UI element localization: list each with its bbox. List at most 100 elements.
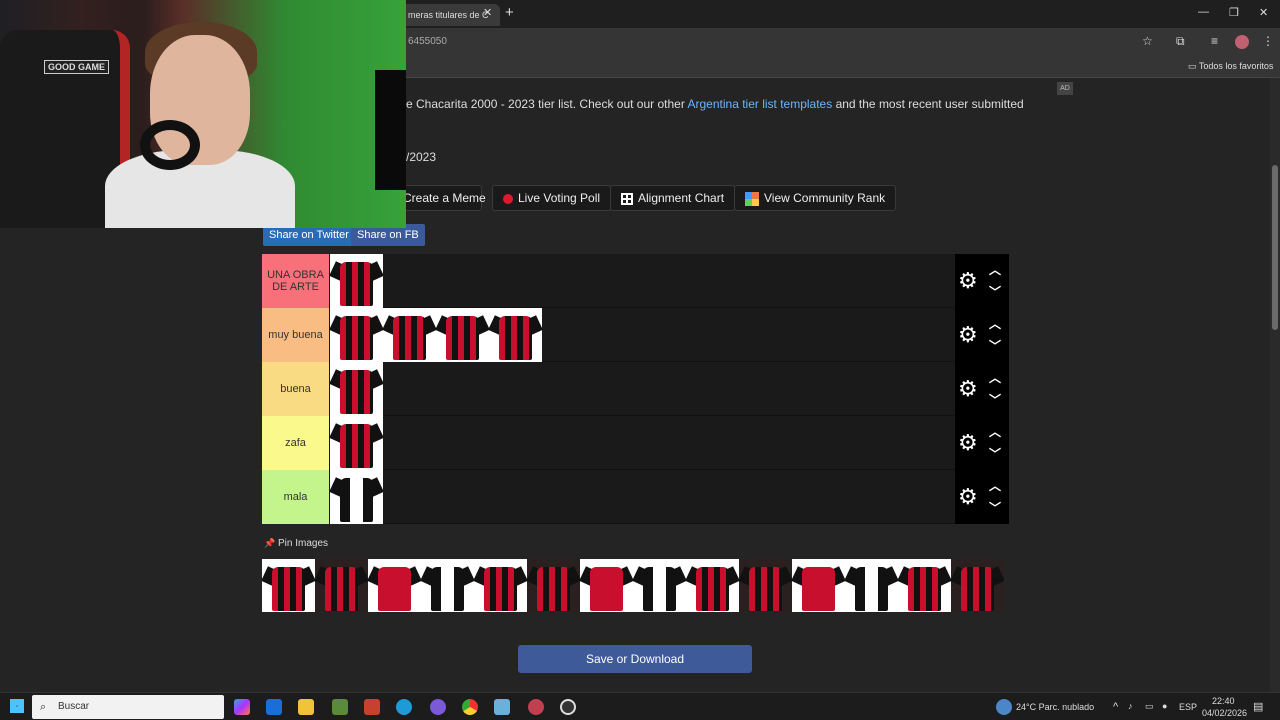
pool-jersey-image[interactable]: [421, 559, 474, 612]
battery-icon[interactable]: ▭: [1145, 701, 1154, 712]
pin-images-label[interactable]: 📌 Pin Images: [264, 538, 328, 549]
edge-browser-icon[interactable]: [396, 699, 412, 715]
tier-controls: ⚙ ︿ ﹀: [955, 362, 1009, 416]
jersey-image[interactable]: [330, 416, 383, 470]
tier-templates-link[interactable]: Argentina tier list templates: [688, 97, 833, 111]
tier-items: [330, 362, 383, 416]
jersey-image[interactable]: [489, 308, 542, 362]
tier-label[interactable]: muy buena: [262, 308, 329, 362]
jersey-image[interactable]: [330, 254, 383, 308]
search-icon: ⌕: [40, 701, 47, 713]
volume-icon[interactable]: ♪: [1128, 701, 1133, 711]
minecraft-app-icon[interactable]: [332, 699, 348, 715]
pool-jersey-image[interactable]: [580, 559, 633, 612]
scrollbar-thumb[interactable]: [1272, 165, 1278, 330]
tier-row: zafa ⚙ ︿ ﹀: [262, 416, 1009, 470]
profile-avatar-icon[interactable]: [1235, 35, 1249, 49]
headset: [140, 120, 200, 170]
tier-row: mala ⚙ ︿ ﹀: [262, 470, 1009, 524]
reading-list-icon[interactable]: ≡: [1211, 34, 1218, 48]
pool-jersey-image[interactable]: [315, 559, 368, 612]
clock-time[interactable]: 22:40: [1212, 696, 1235, 706]
pool-jersey-image[interactable]: [845, 559, 898, 612]
chevron-up-icon[interactable]: ︿: [989, 264, 1001, 276]
tab-close-icon[interactable]: ✕: [483, 6, 492, 19]
outlook-app-icon[interactable]: [266, 699, 282, 715]
tier-row: UNA OBRA DE ARTE ⚙ ︿ ﹀: [262, 254, 1009, 308]
save-download-button[interactable]: Save or Download: [518, 645, 752, 673]
tray-chevron-icon[interactable]: ^: [1113, 701, 1118, 713]
gear-icon[interactable]: ⚙: [958, 486, 978, 508]
chevron-down-icon[interactable]: ﹀: [989, 286, 1001, 298]
chevron-up-icon[interactable]: ︿: [989, 318, 1001, 330]
pool-jersey-image[interactable]: [951, 559, 1004, 612]
pool-jersey-image[interactable]: [792, 559, 845, 612]
gear-icon[interactable]: ⚙: [958, 432, 978, 454]
intro-text: e Chacarita 2000 - 2023 tier list. Check…: [406, 97, 1024, 111]
taskbar-search-input[interactable]: ⌕ Buscar: [32, 695, 224, 719]
pool-jersey-image[interactable]: [898, 559, 951, 612]
unranked-image-pool: [262, 559, 1009, 612]
restore-button[interactable]: ❐: [1229, 6, 1239, 19]
gear-icon[interactable]: ⚙: [958, 270, 978, 292]
extensions-icon[interactable]: ⧉: [1176, 34, 1185, 49]
menu-dots-icon[interactable]: ⋮: [1262, 34, 1274, 48]
ad-badge: AD: [1057, 82, 1073, 95]
pool-jersey-image[interactable]: [527, 559, 580, 612]
date-text: /2023: [406, 150, 437, 164]
notepad-app-icon[interactable]: [494, 699, 510, 715]
obs-app-icon[interactable]: [430, 699, 446, 715]
chrome-browser-icon[interactable]: [462, 699, 478, 715]
close-window-button[interactable]: ✕: [1259, 6, 1268, 19]
url-field[interactable]: 6455050: [408, 36, 447, 47]
community-rank-button[interactable]: View Community Rank: [734, 185, 897, 211]
rank-grid-icon: [745, 191, 759, 206]
game-app-icon[interactable]: [364, 699, 380, 715]
copilot-app-icon[interactable]: [234, 699, 250, 715]
chevron-up-icon[interactable]: ︿: [989, 372, 1001, 384]
tier-label[interactable]: mala: [262, 470, 329, 524]
clock-date[interactable]: 04/02/2026: [1202, 708, 1247, 718]
new-tab-button[interactable]: +: [505, 4, 514, 21]
jersey-image[interactable]: [383, 308, 436, 362]
pool-jersey-image[interactable]: [633, 559, 686, 612]
chevron-down-icon[interactable]: ﹀: [989, 502, 1001, 514]
tier-row: buena ⚙ ︿ ﹀: [262, 362, 1009, 416]
tier-items: [330, 416, 383, 470]
chevron-up-icon[interactable]: ︿: [989, 426, 1001, 438]
windows-start-icon[interactable]: [10, 699, 24, 713]
steam-app-icon[interactable]: [560, 699, 576, 715]
gear-icon[interactable]: ⚙: [958, 378, 978, 400]
chevron-up-icon[interactable]: ︿: [989, 480, 1001, 492]
language-indicator[interactable]: ESP: [1179, 702, 1197, 712]
weather-text[interactable]: 24°C Parc. nublado: [1016, 702, 1094, 712]
tier-label[interactable]: buena: [262, 362, 329, 416]
tier-controls: ⚙ ︿ ﹀: [955, 308, 1009, 362]
all-bookmarks-folder[interactable]: ▭ Todos los favoritos: [1188, 61, 1273, 72]
file-explorer-icon[interactable]: [298, 699, 314, 715]
pool-jersey-image[interactable]: [368, 559, 421, 612]
jersey-image[interactable]: [436, 308, 489, 362]
chevron-down-icon[interactable]: ﹀: [989, 448, 1001, 460]
bookmark-star-icon[interactable]: ☆: [1142, 34, 1153, 48]
minimize-button[interactable]: —: [1198, 6, 1209, 18]
pool-jersey-image[interactable]: [262, 559, 315, 612]
chevron-down-icon[interactable]: ﹀: [989, 340, 1001, 352]
pool-jersey-image[interactable]: [686, 559, 739, 612]
red-dot-icon: [503, 193, 513, 204]
jersey-image[interactable]: [330, 470, 383, 524]
notifications-icon[interactable]: ▤: [1253, 700, 1263, 713]
jersey-image[interactable]: [330, 362, 383, 416]
pool-jersey-image[interactable]: [474, 559, 527, 612]
tier-label[interactable]: zafa: [262, 416, 329, 470]
live-voting-button[interactable]: Live Voting Poll: [492, 185, 612, 211]
chair-logo: GOOD GAME: [44, 60, 110, 74]
alignment-chart-button[interactable]: Alignment Chart: [610, 185, 736, 211]
tier-label[interactable]: UNA OBRA DE ARTE: [262, 254, 329, 308]
gear-icon[interactable]: ⚙: [958, 324, 978, 346]
microphone-icon[interactable]: ●: [1162, 701, 1167, 711]
chrome-profile-icon[interactable]: [528, 699, 544, 715]
chevron-down-icon[interactable]: ﹀: [989, 394, 1001, 406]
jersey-image[interactable]: [330, 308, 383, 362]
pool-jersey-image[interactable]: [739, 559, 792, 612]
